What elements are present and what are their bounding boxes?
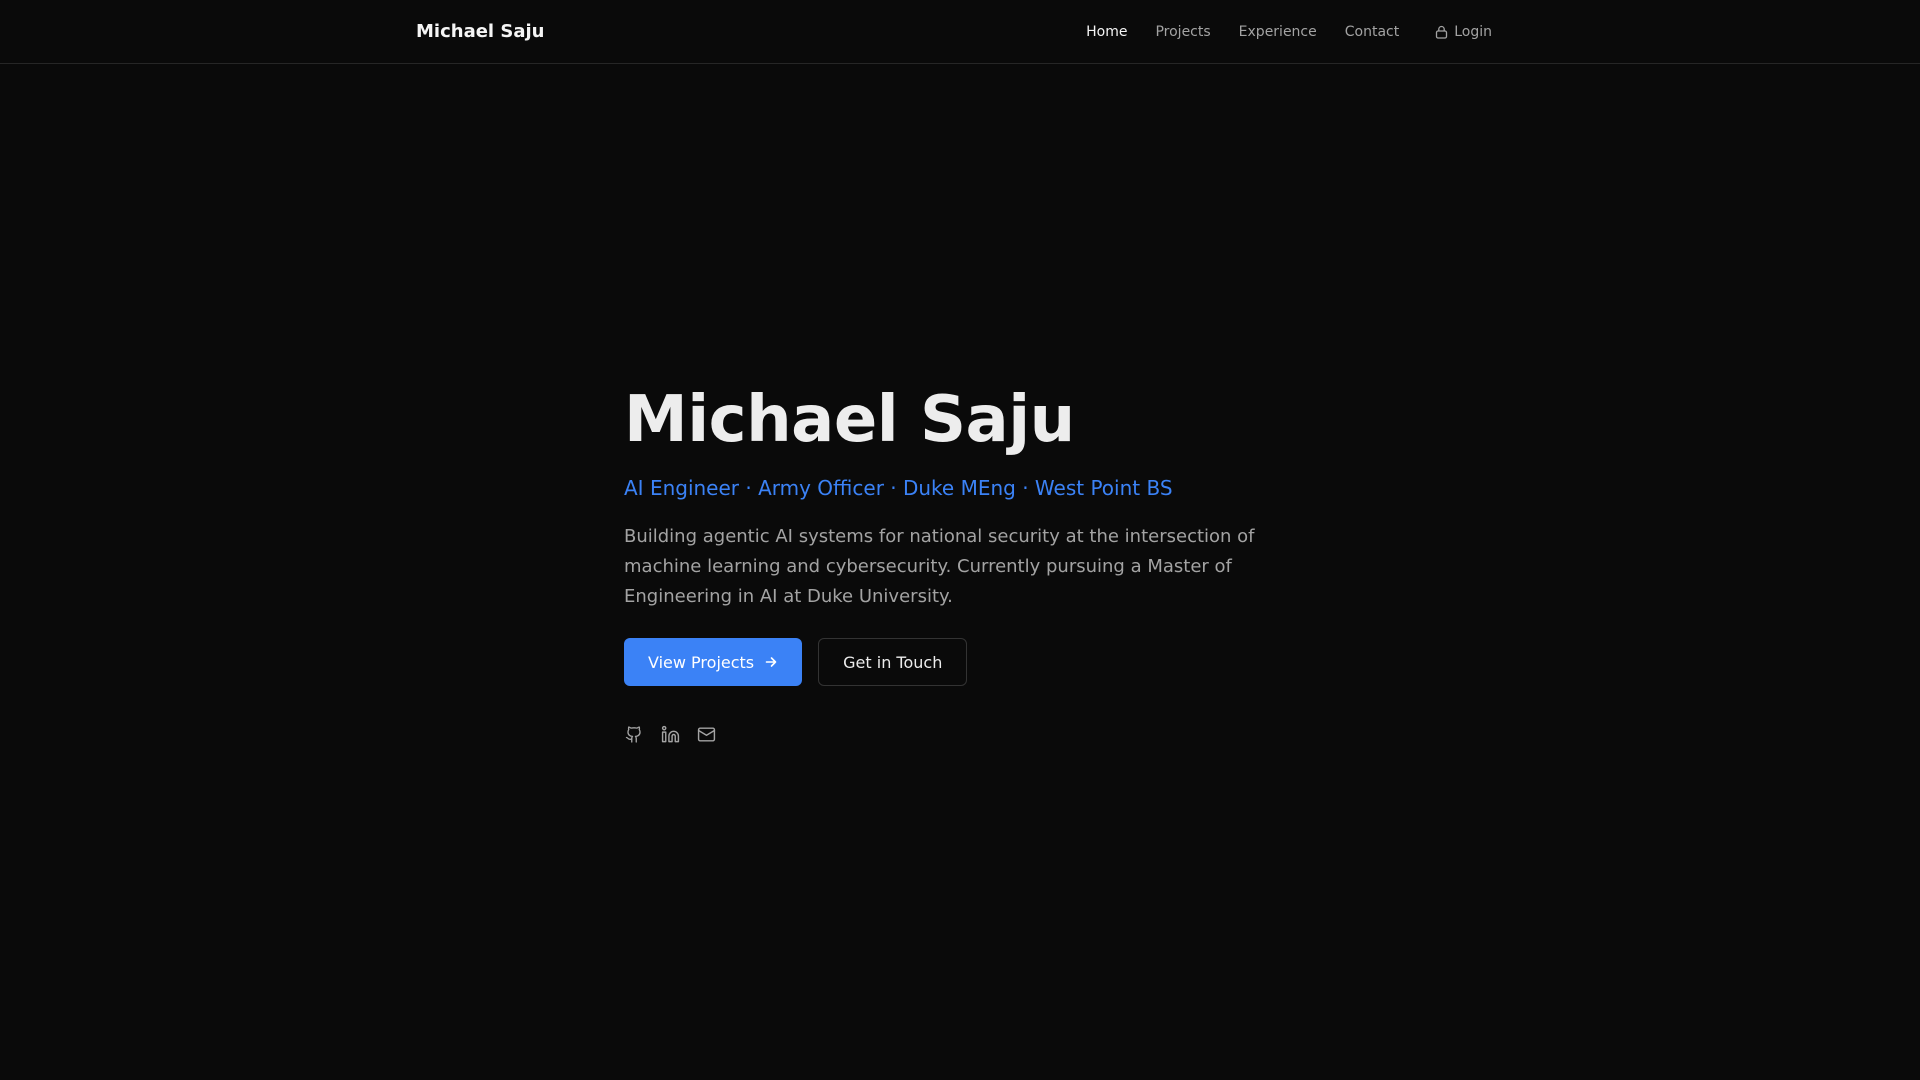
hero-subtitle: AI Engineer · Army Officer · Duke MEng ·… <box>624 476 1173 500</box>
view-projects-label: View Projects <box>648 652 755 672</box>
linkedin-icon <box>661 725 679 742</box>
arrow-right-icon <box>765 657 777 667</box>
login-label: Login <box>1454 24 1492 40</box>
top-navbar: Michael Saju Home Projects Experience Co… <box>0 0 1920 64</box>
nav-link-experience[interactable]: Experience <box>1239 20 1317 44</box>
get-in-touch-button[interactable]: Get in Touch <box>818 638 968 686</box>
email-link[interactable] <box>696 724 716 744</box>
mail-icon <box>697 726 715 742</box>
login-link[interactable]: Login <box>1435 20 1492 44</box>
social-links <box>624 724 1284 744</box>
nav-link-projects[interactable]: Projects <box>1155 20 1210 44</box>
hero-description: Building agentic AI systems for national… <box>624 526 1255 607</box>
github-icon <box>625 725 641 743</box>
hero-title: Michael Saju <box>624 383 1075 457</box>
view-projects-button[interactable]: View Projects <box>624 638 803 686</box>
github-link[interactable] <box>624 724 644 744</box>
linkedin-link[interactable] <box>660 724 680 744</box>
brand-logo-link[interactable]: Michael Saju <box>416 20 544 44</box>
nav-link-home[interactable]: Home <box>1086 20 1127 44</box>
nav-links: Home Projects Experience Contact Login <box>1058 20 1492 44</box>
nav-link-contact[interactable]: Contact <box>1345 20 1399 44</box>
hero-section: Michael Saju AI Engineer · Army Officer … <box>624 380 1284 744</box>
lock-icon <box>1436 25 1448 39</box>
hero-actions: View Projects Get in Touch <box>624 638 1284 686</box>
